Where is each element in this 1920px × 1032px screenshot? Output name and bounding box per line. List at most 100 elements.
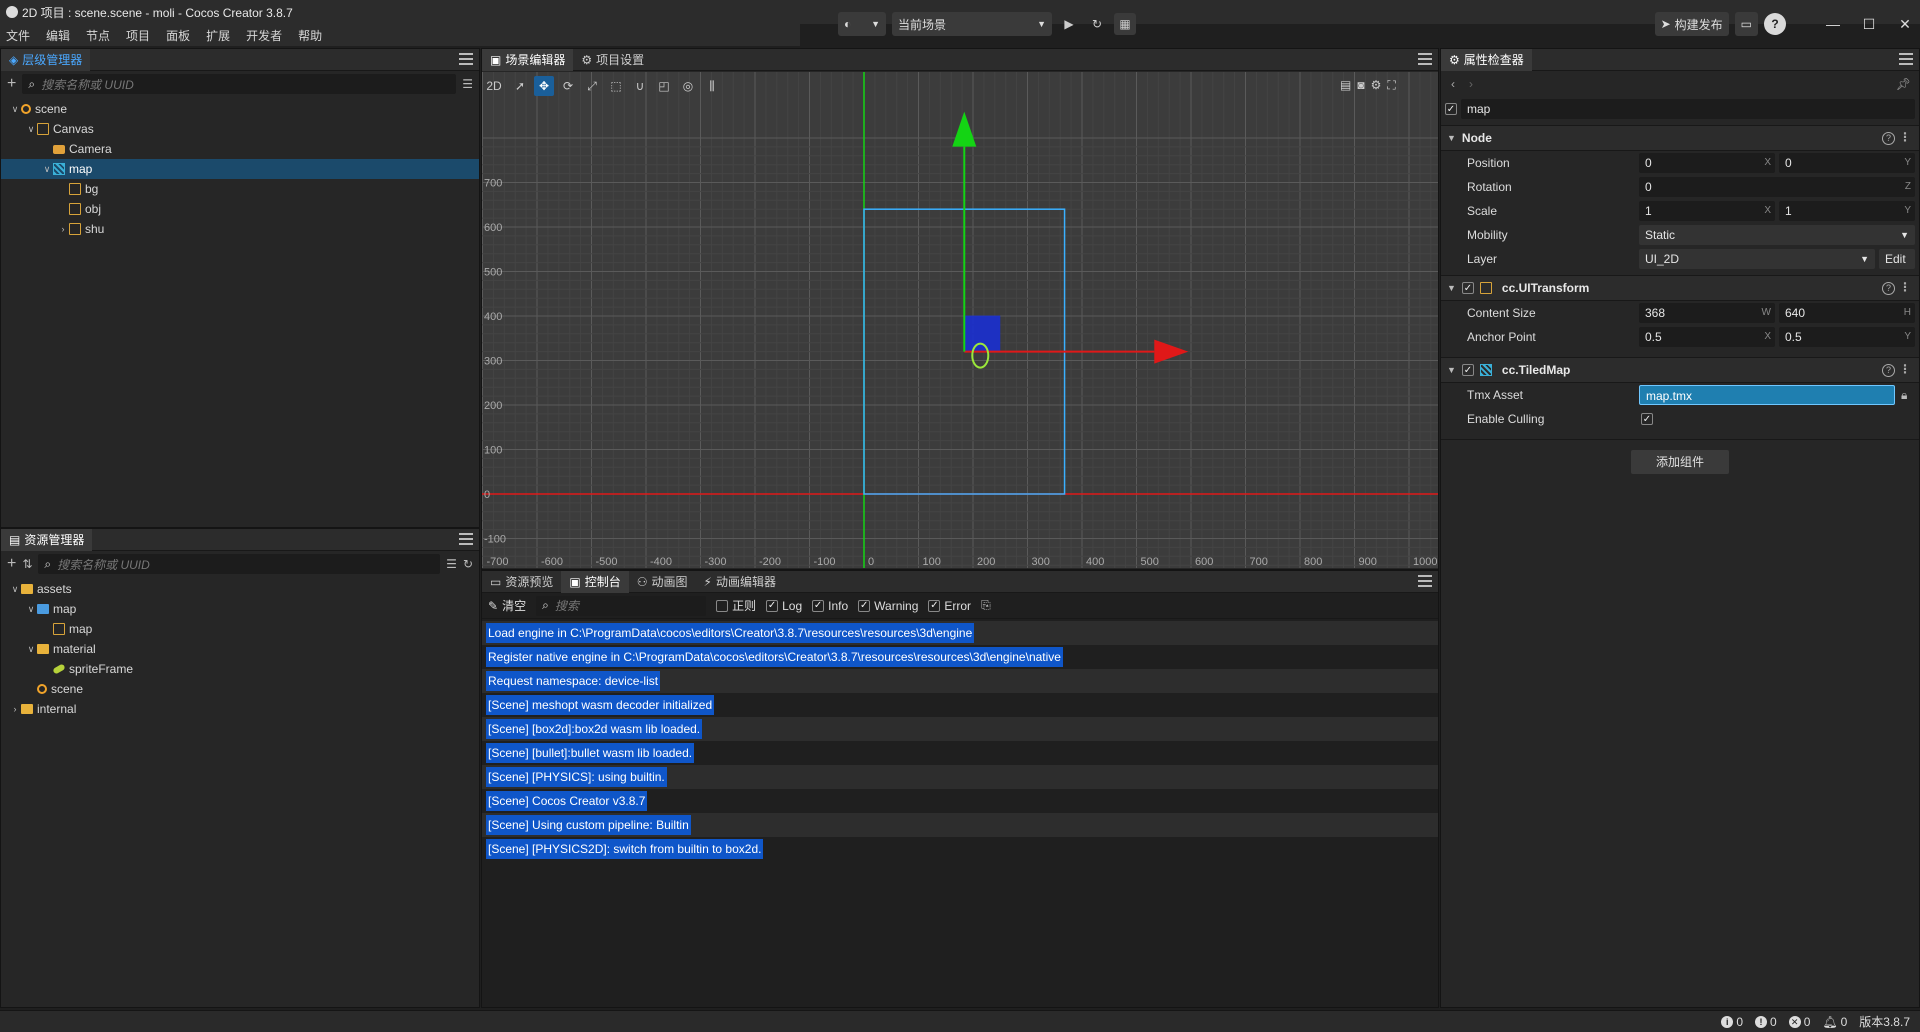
tab-scene-editor[interactable]: ▣ 场景编辑器	[482, 48, 574, 71]
tree-item[interactable]: ∨ assets	[1, 579, 479, 599]
scale-tool-icon[interactable]: ⤢	[582, 76, 602, 96]
tab-inspector[interactable]: ⚙ 属性检查器	[1441, 48, 1532, 71]
menu-item[interactable]: 节点	[86, 27, 110, 44]
position-x-input[interactable]: 0X	[1639, 153, 1775, 173]
qr-preview-button[interactable]: ▦	[1114, 13, 1136, 35]
view-layout-icon[interactable]: ▤	[1340, 78, 1351, 93]
filter-checkbox[interactable]	[716, 599, 729, 612]
filter-checkbox[interactable]: ✓	[928, 599, 941, 612]
sort-icon[interactable]: ⇅	[22, 557, 32, 571]
menu-item[interactable]: 帮助	[298, 27, 322, 44]
add-asset-button[interactable]: +	[7, 555, 16, 573]
add-node-button[interactable]: +	[7, 75, 16, 93]
log-row[interactable]: [Scene] [PHYSICS]: using builtin.	[482, 765, 1438, 789]
refresh-icon[interactable]: ↻	[463, 557, 473, 571]
lock-icon[interactable]: 🔒︎	[1901, 388, 1907, 403]
tab-asset-preview[interactable]: ▭ 资源预览	[482, 571, 561, 593]
clear-button[interactable]: ✎ 清空	[488, 597, 526, 614]
node-active-checkbox[interactable]: ✓	[1445, 103, 1457, 115]
filter-checkbox[interactable]: ✓	[766, 599, 779, 612]
help-button[interactable]: ?	[1764, 13, 1786, 35]
component-enabled-checkbox[interactable]: ✓	[1461, 364, 1474, 376]
chevron-down-icon[interactable]: ∨	[9, 104, 21, 115]
filter-list-icon[interactable]: ☰	[446, 557, 457, 571]
content-width-input[interactable]: 368 W	[1639, 303, 1775, 323]
tree-item[interactable]: Camera	[1, 139, 479, 159]
node-name-input[interactable]: map	[1461, 99, 1915, 119]
mobility-select[interactable]: Static ▼	[1639, 225, 1915, 245]
enable-culling-checkbox[interactable]: ✓	[1641, 413, 1653, 425]
rotation-input[interactable]: 0Z	[1639, 177, 1915, 197]
align-tool-icon[interactable]: ⫼	[702, 76, 722, 96]
component-enabled-checkbox[interactable]: ✓	[1461, 282, 1474, 294]
scale-x-input[interactable]: 1X	[1639, 201, 1775, 221]
more-icon[interactable]: ⋮	[1899, 280, 1911, 294]
rect-tool-icon[interactable]: ⬚	[606, 76, 626, 96]
minimize-button[interactable]: —	[1818, 16, 1848, 32]
log-row[interactable]: [Scene] Cocos Creator v3.8.7	[482, 789, 1438, 813]
panel-menu-icon[interactable]	[459, 53, 473, 65]
tree-item[interactable]: › internal	[1, 699, 479, 719]
assets-search-input[interactable]: ⌕ 搜索名称或 UUID	[38, 554, 441, 574]
chevron-down-icon[interactable]: ∨	[25, 604, 37, 615]
tree-item[interactable]: ∨ scene	[1, 99, 479, 119]
platform-select[interactable]: ◐ ▼	[838, 12, 886, 36]
maximize-button[interactable]: ☐	[1854, 16, 1884, 33]
error-count[interactable]: ✕ 0	[1788, 1015, 1810, 1029]
menu-item[interactable]: 面板	[166, 27, 190, 44]
filter-checkbox[interactable]: ✓	[812, 599, 825, 612]
log-row[interactable]: Load engine in C:\ProgramData\cocos\edit…	[482, 621, 1438, 645]
filter-2[interactable]: ✓ Info	[812, 597, 848, 614]
chevron-down-icon[interactable]: ∨	[25, 124, 37, 135]
play-button[interactable]: ▶	[1058, 13, 1080, 35]
help-icon[interactable]: ?	[1882, 132, 1895, 145]
layer-select[interactable]: UI_2D ▼	[1639, 249, 1875, 269]
warning-count[interactable]: ! 0	[1755, 1015, 1777, 1029]
select-tool-icon[interactable]: ➚	[510, 76, 530, 96]
sort-list-icon[interactable]: ☰	[462, 77, 473, 91]
fullscreen-icon[interactable]: ⛶	[1387, 78, 1395, 93]
filter-0[interactable]: 正则	[716, 597, 756, 614]
uitransform-section-header[interactable]: ▼ ✓ cc.UITransform ? ⋮	[1441, 275, 1919, 301]
more-icon[interactable]: ⋮	[1899, 362, 1911, 376]
log-row[interactable]: Request namespace: device-list	[482, 669, 1438, 693]
copy-log-icon[interactable]: ⎘	[981, 598, 991, 613]
help-icon[interactable]: ?	[1882, 282, 1895, 295]
filter-1[interactable]: ✓ Log	[766, 597, 802, 614]
menu-item[interactable]: 编辑	[46, 27, 70, 44]
hierarchy-search-input[interactable]: ⌕ 搜索名称或 UUID	[22, 74, 457, 94]
chevron-right-icon[interactable]: ›	[9, 704, 21, 714]
magnet-tool-icon[interactable]: ∪	[630, 76, 650, 96]
panel-menu-icon[interactable]	[1418, 53, 1432, 65]
tree-item[interactable]: map	[1, 619, 479, 639]
tab-hierarchy[interactable]: ◈ 层级管理器	[1, 48, 91, 71]
anchor-y-input[interactable]: 0.5 Y	[1779, 327, 1915, 347]
tab-animation-editor[interactable]: ⚡ 动画编辑器	[696, 571, 784, 593]
info-count[interactable]: i0	[1721, 1015, 1743, 1029]
console-search-input[interactable]: ⌕ 搜索	[536, 595, 707, 616]
settings-icon[interactable]: ⚙	[1371, 78, 1382, 93]
forward-arrow-icon[interactable]: ›	[1469, 77, 1473, 91]
tree-item[interactable]: › shu	[1, 219, 479, 239]
tmx-asset-field[interactable]: map.tmx	[1639, 385, 1895, 405]
scene-canvas[interactable]: 7006005004003002001000-100-700 -600 -500 -4…	[482, 72, 1438, 568]
chevron-right-icon[interactable]: ›	[57, 224, 69, 234]
panel-menu-icon[interactable]	[1899, 53, 1913, 65]
tab-assets[interactable]: ▤ 资源管理器	[1, 528, 93, 551]
scale-y-input[interactable]: 1Y	[1779, 201, 1915, 221]
filter-3[interactable]: ✓ Warning	[858, 597, 918, 614]
tiledmap-section-header[interactable]: ▼ ✓ cc.TiledMap ? ⋮	[1441, 357, 1919, 383]
rotate-tool-icon[interactable]: ⟳	[558, 76, 578, 96]
log-row[interactable]: [Scene] meshopt wasm decoder initialized	[482, 693, 1438, 717]
tree-item[interactable]: scene	[1, 679, 479, 699]
open-folder-button[interactable]: ▭	[1734, 12, 1758, 36]
chevron-down-icon[interactable]: ∨	[9, 584, 21, 595]
node-section-header[interactable]: ▼ Node ? ⋮	[1441, 125, 1919, 151]
close-button[interactable]: ✕	[1890, 16, 1920, 33]
more-icon[interactable]: ⋮	[1899, 130, 1911, 144]
back-arrow-icon[interactable]: ‹	[1451, 77, 1455, 91]
anchor-x-input[interactable]: 0.5 X	[1639, 327, 1775, 347]
content-height-input[interactable]: 640 H	[1779, 303, 1915, 323]
panel-menu-icon[interactable]	[1418, 575, 1432, 587]
tree-item[interactable]: bg	[1, 179, 479, 199]
